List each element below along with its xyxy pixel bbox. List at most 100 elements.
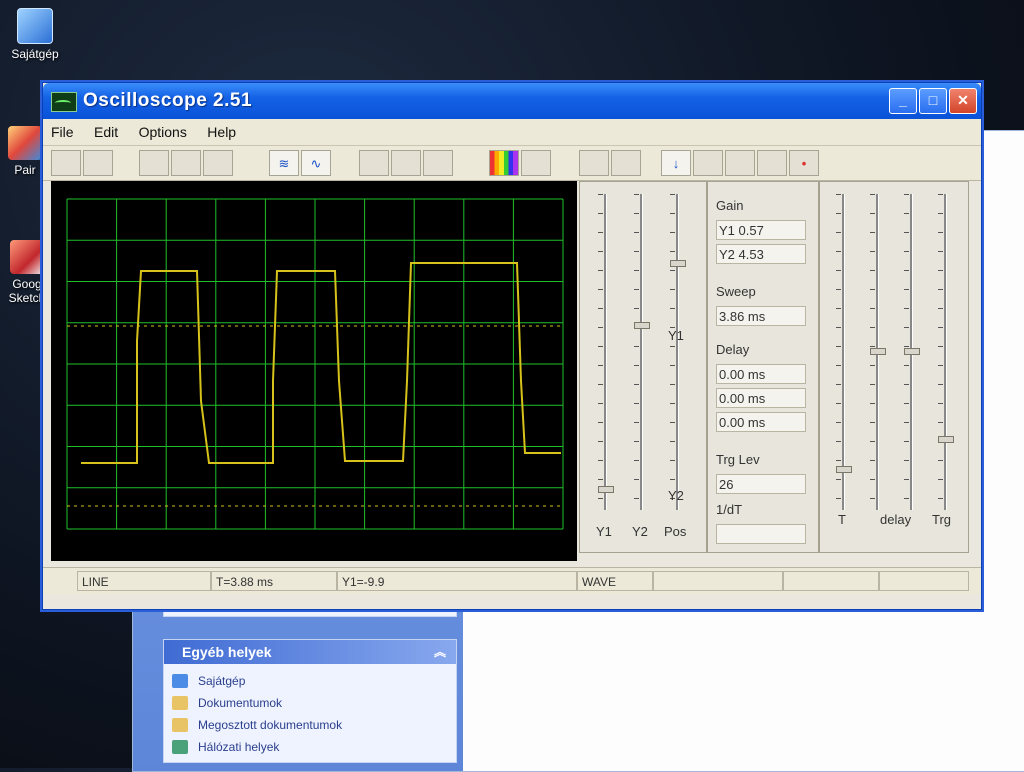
slider-tick (598, 327, 603, 328)
list-item[interactable]: Sajátgép (172, 670, 456, 692)
chevron-up-icon[interactable]: ︽ (434, 640, 446, 664)
tool-run-button[interactable] (51, 150, 81, 176)
slider-tick (598, 384, 603, 385)
slider-tick (836, 422, 841, 423)
slider-tick (836, 194, 841, 195)
slider-label-trg: Trg (932, 512, 952, 527)
list-item-label: Sajátgép (198, 674, 246, 688)
slider-tick (904, 498, 909, 499)
slider-tick (904, 308, 909, 309)
minimize-button[interactable]: _ (889, 88, 917, 114)
slider-thumb[interactable] (598, 486, 614, 493)
tool-c-button[interactable] (757, 150, 787, 176)
slider-tick (904, 251, 909, 252)
delay-label: Delay (716, 342, 750, 357)
tool-a-button[interactable] (693, 150, 723, 176)
tool-cursor-1-button[interactable] (579, 150, 609, 176)
slider-tick (598, 441, 603, 442)
y1-gain-slider[interactable] (598, 194, 614, 510)
time-slider[interactable] (836, 194, 852, 510)
slider-tick (836, 289, 841, 290)
computer-icon (17, 8, 53, 44)
slider-tick (670, 232, 675, 233)
list-item-label: Megosztott dokumentumok (198, 718, 343, 732)
tool-fft-button[interactable] (521, 150, 551, 176)
slider-tick (670, 346, 675, 347)
menu-edit[interactable]: Edit (86, 119, 126, 145)
wave-button[interactable]: ∿ (301, 150, 331, 176)
task-panel-other-places: Egyéb helyek ︽ Sajátgép Dokumentumok Meg… (163, 639, 457, 763)
list-item[interactable]: Megosztott dokumentumok (172, 714, 456, 736)
slider-tick (938, 498, 943, 499)
tool-cursor-2-button[interactable] (611, 150, 641, 176)
menu-file[interactable]: File (43, 119, 82, 145)
slider-thumb[interactable] (836, 466, 852, 473)
slider-tick (598, 365, 603, 366)
list-item[interactable]: Dokumentumok (172, 692, 456, 714)
color-spectrum-button[interactable] (489, 150, 519, 176)
slider-thumb[interactable] (870, 348, 886, 355)
slider-tick (598, 308, 603, 309)
title-bar[interactable]: Oscilloscope 2.51 _ □ ✕ (43, 83, 981, 119)
y2-gain-slider[interactable] (634, 194, 650, 510)
position-slider[interactable] (670, 194, 686, 510)
menu-options[interactable]: Options (131, 119, 195, 145)
trigger-slider[interactable] (938, 194, 954, 510)
delay-field-2: 0.00 ms (716, 388, 806, 408)
tool-trig-2-button[interactable] (391, 150, 421, 176)
tool-trig-3-button[interactable] (423, 150, 453, 176)
maximize-button[interactable]: □ (919, 88, 947, 114)
y1-position-marker: Y1 (668, 328, 684, 343)
multi-wave-button[interactable]: ≋ (269, 150, 299, 176)
slider-thumb[interactable] (670, 260, 686, 267)
task-panel-title: Egyéb helyek (182, 644, 272, 660)
tool-b-button[interactable] (725, 150, 755, 176)
slider-tick (670, 270, 675, 271)
toolbar: ≋ ∿ ↓ • (43, 146, 981, 181)
slider-tick (598, 403, 603, 404)
inverse-dt-field (716, 524, 806, 544)
slider-label-t: T (838, 512, 846, 527)
task-panel-header[interactable]: Egyéb helyek ︽ (164, 640, 456, 664)
gain-y2-field: Y2 4.53 (716, 244, 806, 264)
delay-field-3: 0.00 ms (716, 412, 806, 432)
slider-tick (904, 384, 909, 385)
tool-xy-button[interactable] (203, 150, 233, 176)
delay-slider-1[interactable] (870, 194, 886, 510)
slider-tick (836, 251, 841, 252)
list-item-label: Dokumentumok (198, 696, 283, 710)
desktop-icon-my-computer[interactable]: Sajátgép (0, 8, 70, 61)
scope-display[interactable] (51, 181, 577, 561)
tool-dual-button[interactable] (171, 150, 201, 176)
download-button[interactable]: ↓ (661, 150, 691, 176)
close-button[interactable]: ✕ (949, 88, 977, 114)
tool-single-button[interactable] (139, 150, 169, 176)
slider-tick (904, 479, 909, 480)
tool-pause-button[interactable] (83, 150, 113, 176)
menu-bar: File Edit Options Help (43, 119, 981, 146)
menu-help[interactable]: Help (199, 119, 244, 145)
slider-tick (904, 346, 909, 347)
oscilloscope-window: Oscilloscope 2.51 _ □ ✕ File Edit Option… (42, 82, 982, 610)
slider-thumb[interactable] (904, 348, 920, 355)
slider-tick (870, 327, 875, 328)
slider-tick (904, 441, 909, 442)
slider-tick (634, 422, 639, 423)
status-time: T=3.88 ms (211, 571, 337, 591)
slider-tick (670, 422, 675, 423)
tool-trig-1-button[interactable] (359, 150, 389, 176)
slider-tick (670, 194, 675, 195)
slider-tick (634, 308, 639, 309)
list-item[interactable]: Hálózati helyek (172, 736, 456, 758)
record-button[interactable]: • (789, 150, 819, 176)
slider-tick (836, 232, 841, 233)
slider-tick (870, 251, 875, 252)
delay-slider-2[interactable] (904, 194, 920, 510)
slider-tick (836, 270, 841, 271)
slider-tick (598, 289, 603, 290)
slider-thumb[interactable] (938, 436, 954, 443)
slider-thumb[interactable] (634, 322, 650, 329)
sweep-field: 3.86 ms (716, 306, 806, 326)
sweep-label: Sweep (716, 284, 756, 299)
slider-tick (938, 270, 943, 271)
